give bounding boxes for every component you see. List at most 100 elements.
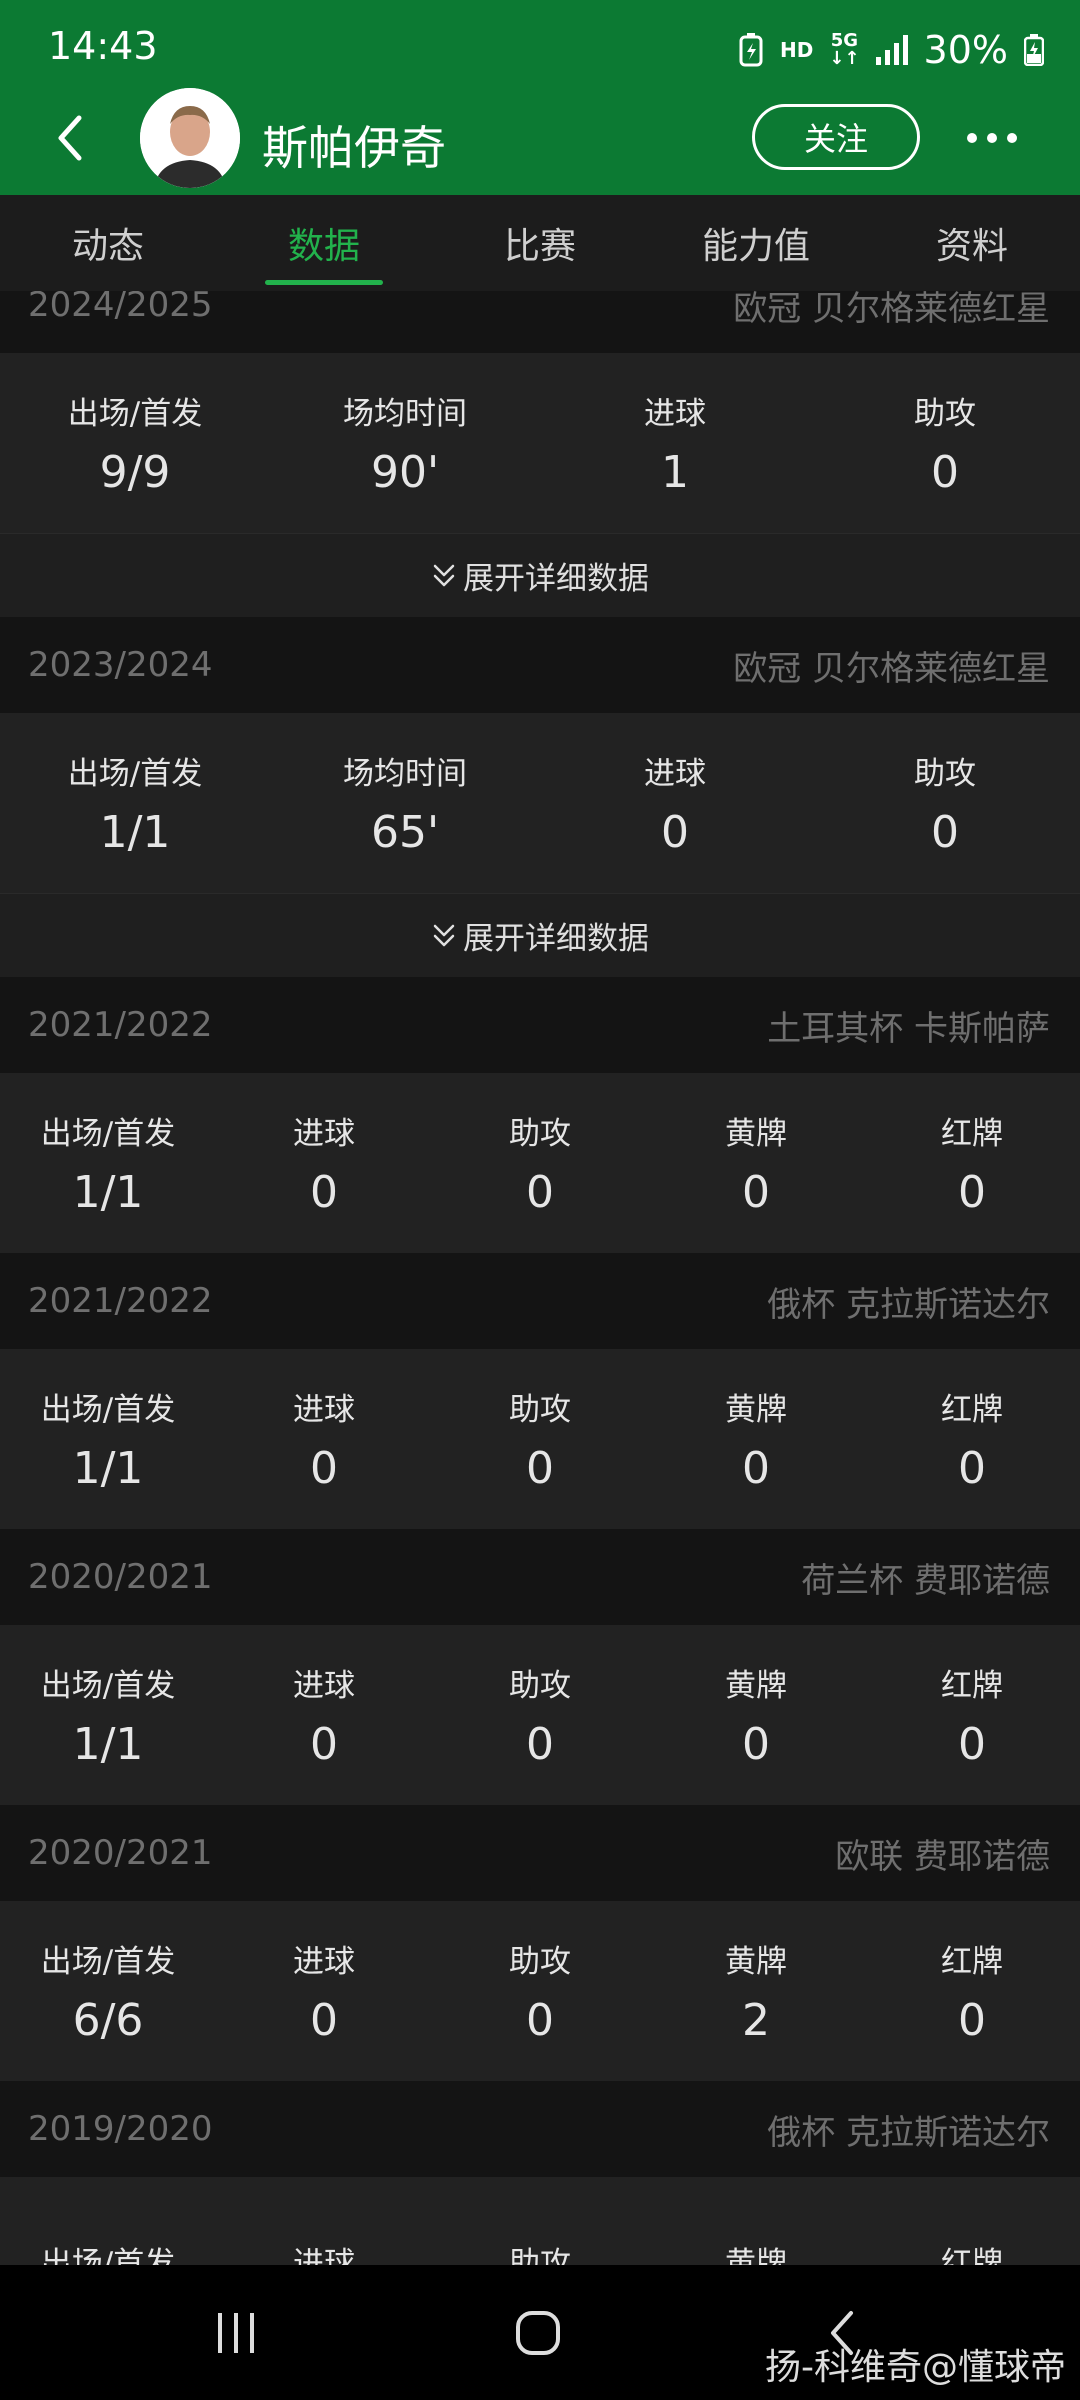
network-type: 5G bbox=[830, 30, 859, 51]
more-dot-icon bbox=[1007, 133, 1017, 143]
stat-value: 65' bbox=[370, 807, 440, 858]
stat-label: 进球 bbox=[644, 396, 706, 432]
stat-value: 0 bbox=[958, 1995, 986, 2046]
stat-item: 进球 0 bbox=[216, 1901, 432, 2081]
stat-label: 黄牌 bbox=[725, 1668, 787, 1704]
double-chevron-down-icon bbox=[433, 924, 455, 946]
stat-item: 黄牌 0 bbox=[648, 1349, 864, 1529]
stat-label: 红牌 bbox=[941, 1116, 1003, 1152]
stat-item: 红牌 0 bbox=[864, 1901, 1080, 2081]
hd-indicator: HD bbox=[780, 38, 814, 62]
player-avatar[interactable] bbox=[140, 88, 240, 188]
stat-value: 1/1 bbox=[72, 1167, 144, 1218]
battery-percent: 30% bbox=[923, 28, 1008, 72]
stat-label: 助攻 bbox=[509, 1116, 571, 1152]
stat-item: 进球 0 bbox=[216, 1073, 432, 1253]
stat-item: 场均时间 65' bbox=[270, 713, 540, 893]
stat-item: 助攻 0 bbox=[810, 353, 1080, 533]
stat-item: 红牌 bbox=[864, 2177, 1080, 2266]
stat-label: 出场/首发 bbox=[40, 1392, 176, 1428]
stat-value: 0 bbox=[931, 807, 959, 858]
stat-label: 出场/首发 bbox=[40, 2245, 176, 2266]
stat-item: 黄牌 0 bbox=[648, 1625, 864, 1805]
tab-matches[interactable]: 比赛 bbox=[432, 195, 648, 291]
stat-label: 出场/首发 bbox=[67, 756, 203, 792]
tab-profile[interactable]: 资料 bbox=[864, 195, 1080, 291]
season-label: 2019/2020 bbox=[28, 2109, 213, 2149]
follow-button[interactable]: 关注 bbox=[752, 104, 920, 170]
stat-value: 0 bbox=[742, 1167, 770, 1218]
stats-row: 出场/首发 进球 助攻 黄牌 红牌 bbox=[0, 2177, 1080, 2265]
stat-item: 助攻 0 bbox=[432, 1073, 648, 1253]
season-label: 2023/2024 bbox=[28, 645, 213, 685]
stat-value: 0 bbox=[958, 1443, 986, 1494]
stat-item: 出场/首发 1/1 bbox=[0, 1073, 216, 1253]
stat-value: 90' bbox=[370, 447, 440, 498]
stat-label: 红牌 bbox=[941, 1392, 1003, 1428]
stats-list[interactable]: 2024/2025 欧冠 贝尔格莱德红星 出场/首发 9/9 场均时间 90' 进球… bbox=[0, 291, 1080, 2265]
stat-value: 1/1 bbox=[72, 1719, 144, 1770]
stat-label: 黄牌 bbox=[725, 2245, 787, 2266]
stat-item: 红牌 0 bbox=[864, 1625, 1080, 1805]
stat-item: 黄牌 0 bbox=[648, 1073, 864, 1253]
stat-value: 1 bbox=[661, 447, 689, 498]
stat-label: 助攻 bbox=[914, 756, 976, 792]
stat-label: 场均时间 bbox=[343, 396, 467, 432]
stat-value: 0 bbox=[526, 1443, 554, 1494]
stat-item: 出场/首发 9/9 bbox=[0, 353, 270, 533]
recent-apps-button[interactable] bbox=[186, 2293, 286, 2373]
stat-label: 红牌 bbox=[941, 1944, 1003, 1980]
player-name: 斯帕伊奇 bbox=[262, 121, 446, 175]
stat-item: 出场/首发 1/1 bbox=[0, 713, 270, 893]
more-dot-icon bbox=[987, 133, 997, 143]
stat-value: 0 bbox=[526, 1719, 554, 1770]
stat-label: 红牌 bbox=[941, 1668, 1003, 1704]
network-indicator: 5G ↓↑ bbox=[829, 30, 860, 69]
stat-value: 0 bbox=[931, 447, 959, 498]
stats-row: 出场/首发 1/1 进球 0 助攻 0 黄牌 0 红牌 0 bbox=[0, 1625, 1080, 1805]
tab-dynamics[interactable]: 动态 bbox=[0, 195, 216, 291]
section-header: 2023/2024 欧冠 贝尔格莱德红星 bbox=[0, 617, 1080, 713]
stat-label: 助攻 bbox=[509, 1944, 571, 1980]
more-button[interactable] bbox=[956, 110, 1028, 166]
expand-details-button[interactable]: 展开详细数据 bbox=[0, 533, 1080, 617]
stat-item: 出场/首发 1/1 bbox=[0, 1625, 216, 1805]
tab-data[interactable]: 数据 bbox=[216, 195, 432, 291]
section-header: 2024/2025 欧冠 贝尔格莱德红星 bbox=[0, 291, 1080, 353]
stat-item: 红牌 0 bbox=[864, 1349, 1080, 1529]
competition-label: 俄杯 克拉斯诺达尔 bbox=[767, 1284, 1050, 1325]
back-button[interactable] bbox=[40, 108, 100, 168]
competition-label: 欧冠 贝尔格莱德红星 bbox=[733, 648, 1050, 689]
stat-item: 出场/首发 bbox=[0, 2177, 216, 2266]
season-label: 2024/2025 bbox=[28, 291, 213, 325]
stat-item: 助攻 0 bbox=[432, 1625, 648, 1805]
back-arrow-icon bbox=[58, 115, 82, 161]
section-header: 2020/2021 欧联 费耶诺德 bbox=[0, 1805, 1080, 1901]
stat-item: 黄牌 2 bbox=[648, 1901, 864, 2081]
stat-item: 进球 0 bbox=[216, 1625, 432, 1805]
season-label: 2021/2022 bbox=[28, 1005, 213, 1045]
stat-label: 进球 bbox=[293, 1668, 355, 1704]
home-button[interactable] bbox=[488, 2293, 588, 2373]
expand-details-button[interactable]: 展开详细数据 bbox=[0, 893, 1080, 977]
stat-label: 进球 bbox=[644, 756, 706, 792]
system-nav-bar: 扬-科维奇@懂球帝 bbox=[0, 2265, 1080, 2400]
stat-value: 9/9 bbox=[99, 447, 171, 498]
tab-bar: 动态 数据 比赛 能力值 资料 bbox=[0, 195, 1080, 291]
section-header: 2021/2022 俄杯 克拉斯诺达尔 bbox=[0, 1253, 1080, 1349]
stat-value: 0 bbox=[742, 1443, 770, 1494]
section-header: 2019/2020 俄杯 克拉斯诺达尔 bbox=[0, 2081, 1080, 2177]
expand-label: 展开详细数据 bbox=[463, 921, 649, 957]
header-bar: 14:43 HD 5G ↓↑ 30% 斯帕伊奇 关注 bbox=[0, 0, 1080, 195]
stat-item: 黄牌 bbox=[648, 2177, 864, 2266]
stats-row: 出场/首发 1/1 进球 0 助攻 0 黄牌 0 红牌 0 bbox=[0, 1349, 1080, 1529]
tab-ability[interactable]: 能力值 bbox=[648, 195, 864, 291]
top-nav: 斯帕伊奇 关注 bbox=[0, 88, 1080, 192]
section-header: 2020/2021 荷兰杯 费耶诺德 bbox=[0, 1529, 1080, 1625]
stat-value: 0 bbox=[310, 1167, 338, 1218]
double-chevron-down-icon bbox=[433, 564, 455, 586]
stat-label: 出场/首发 bbox=[40, 1944, 176, 1980]
competition-label: 荷兰杯 费耶诺德 bbox=[801, 1560, 1050, 1601]
stat-label: 出场/首发 bbox=[67, 396, 203, 432]
status-time: 14:43 bbox=[48, 24, 158, 68]
